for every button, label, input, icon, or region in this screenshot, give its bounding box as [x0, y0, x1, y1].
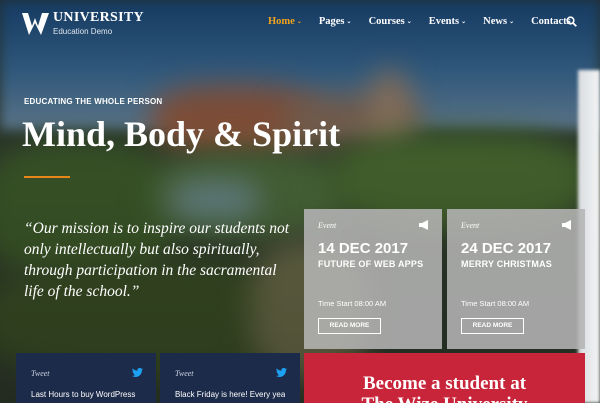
main-nav: Home ⌄ Pages ⌄ Courses ⌄ Events ⌄ News ⌄ Cont…: [268, 16, 588, 27]
event-title: MERRY CHRISTMAS: [461, 259, 553, 269]
tweet-label: Tweet: [175, 369, 194, 378]
tweet-text: Black Friday is here! Every year we: [175, 390, 285, 399]
chevron-down-icon: ⌄: [406, 19, 412, 25]
hero-divider: [24, 176, 70, 178]
search-icon[interactable]: [566, 16, 577, 27]
nav-item-news[interactable]: News ⌄: [483, 16, 514, 27]
logo-w-icon: [22, 12, 49, 35]
twitter-icon: [276, 368, 287, 377]
event-card[interactable]: Event 14 DEC 2017 FUTURE OF WEB APPS Tim…: [304, 209, 442, 349]
event-card[interactable]: Event 24 DEC 2017 MERRY CHRISTMAS Time S…: [447, 209, 585, 349]
nav-item-pages[interactable]: Pages ⌄: [319, 16, 352, 27]
tweet-card[interactable]: Tweet Black Friday is here! Every year w…: [160, 353, 300, 403]
event-title: FUTURE OF WEB APPS: [318, 259, 424, 269]
event-type: Event: [461, 221, 480, 230]
event-time: Time Start 08:00 AM: [318, 299, 387, 308]
event-date: 24 DEC 2017: [461, 240, 552, 257]
cta-line-2: The Wize University: [304, 394, 585, 403]
nav-item-contacts[interactable]: Contacts: [531, 16, 571, 27]
chevron-down-icon: ⌄: [509, 19, 515, 25]
event-date: 14 DEC 2017: [318, 240, 409, 257]
megaphone-icon: [419, 220, 428, 230]
hero-title: Mind, Body & Spirit: [22, 114, 341, 154]
chevron-down-icon: ⌄: [346, 19, 352, 25]
nav-item-home[interactable]: Home ⌄: [268, 16, 302, 27]
become-student-cta[interactable]: Become a student at The Wize University: [304, 353, 585, 403]
event-type: Event: [318, 221, 337, 230]
nav-item-courses[interactable]: Courses ⌄: [369, 16, 412, 27]
logo-subtitle: Education Demo: [53, 27, 113, 36]
nav-item-events[interactable]: Events ⌄: [429, 16, 466, 27]
event-time: Time Start 08:00 AM: [461, 299, 530, 308]
chevron-down-icon: ⌄: [461, 19, 467, 25]
site-logo[interactable]: UNIVERSITY Education Demo: [22, 11, 144, 36]
twitter-icon: [132, 368, 143, 377]
megaphone-icon: [562, 220, 571, 230]
logo-name: UNIVERSITY: [53, 10, 144, 25]
chevron-down-icon: ⌄: [296, 19, 302, 25]
tweet-text: Last Hours to buy WordPress: [31, 390, 136, 399]
hero-kicker: EDUCATING THE WHOLE PERSON: [24, 97, 163, 106]
tweet-card[interactable]: Tweet Last Hours to buy WordPress: [16, 353, 156, 403]
read-more-button[interactable]: READ MORE: [318, 318, 381, 334]
read-more-button[interactable]: READ MORE: [461, 318, 524, 334]
tweet-label: Tweet: [31, 369, 50, 378]
mission-quote: “Our mission is to inspire our students …: [24, 220, 290, 300]
cta-line-1: Become a student at: [362, 373, 527, 394]
